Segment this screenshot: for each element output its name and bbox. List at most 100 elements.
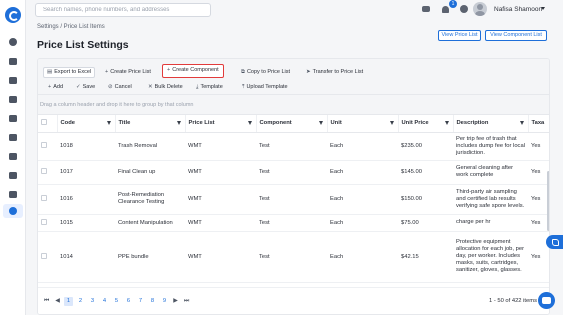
cell-code[interactable]: 1015 <box>57 214 115 232</box>
row-checkbox[interactable] <box>41 218 47 225</box>
column-header-description[interactable]: Description <box>453 115 529 133</box>
cell-price-list[interactable]: WMT <box>185 132 256 161</box>
cell-description[interactable]: charge per hr <box>453 214 528 232</box>
row-checkbox[interactable] <box>41 195 47 201</box>
cell-unit-price[interactable]: $75.00 <box>398 214 453 232</box>
table-row[interactable]: 1016 Post-Remediation Clearance Testing … <box>38 184 549 215</box>
cell-unit[interactable]: Each <box>327 132 398 161</box>
row-select-cell[interactable] <box>38 132 57 161</box>
filter-icon[interactable] <box>247 121 252 125</box>
truck-icon[interactable] <box>7 170 19 180</box>
avatar[interactable] <box>473 2 487 16</box>
calendar-icon[interactable] <box>7 75 19 85</box>
cell-code[interactable]: 1018 <box>57 132 115 161</box>
user-name[interactable]: Nafisa Shamoon <box>494 6 542 13</box>
filter-icon[interactable] <box>389 121 394 125</box>
clock-icon[interactable] <box>460 5 469 14</box>
filter-icon[interactable] <box>519 121 524 125</box>
vertical-scrollbar[interactable] <box>547 171 549 231</box>
filter-icon[interactable] <box>444 121 449 125</box>
dashboard-icon[interactable] <box>7 37 19 47</box>
cell-taxable[interactable]: Yes <box>528 132 549 161</box>
column-header-title[interactable]: Title <box>115 115 186 133</box>
cell-code[interactable]: 1017 <box>57 160 115 185</box>
cell-unit[interactable]: Each <box>327 160 398 185</box>
cell-component[interactable]: Test <box>256 214 327 232</box>
cell-title[interactable]: Content Manipulation <box>115 214 185 232</box>
folder-icon[interactable] <box>7 151 19 161</box>
create-component-button[interactable]: + Create Component <box>162 64 224 78</box>
cell-price-list[interactable]: WMT <box>185 184 256 215</box>
page-7[interactable]: 7 <box>136 297 145 306</box>
row-select-cell[interactable] <box>38 214 57 232</box>
cell-unit-price[interactable]: $150.00 <box>398 184 453 215</box>
cell-unit-price[interactable]: $235.00 <box>398 132 453 161</box>
phone-icon[interactable] <box>7 132 19 142</box>
cell-unit[interactable]: Each <box>327 184 398 215</box>
cell-component[interactable]: Test <box>256 184 327 215</box>
column-header-component[interactable]: Component <box>256 115 328 133</box>
cell-price-list[interactable]: WMT <box>185 160 256 185</box>
chat-fab-icon[interactable] <box>538 292 555 309</box>
map-icon[interactable] <box>7 94 19 104</box>
column-header-taxable[interactable]: Taxa <box>528 115 549 133</box>
column-header-unit[interactable]: Unit <box>327 115 399 133</box>
row-checkbox[interactable] <box>41 252 47 259</box>
page-4[interactable]: 4 <box>100 297 109 306</box>
row-select-cell[interactable] <box>38 160 57 185</box>
export-excel-button[interactable]: ▤ Export to Excel <box>43 67 96 78</box>
select-all-cell[interactable] <box>38 115 58 133</box>
column-header-unit-price[interactable]: Unit Price <box>398 115 454 133</box>
table-row[interactable]: 1015 Content Manipulation WMT Test Each … <box>38 214 549 232</box>
filter-icon[interactable] <box>176 121 181 125</box>
cell-unit-price[interactable]: $42.15 <box>398 231 453 283</box>
filter-icon[interactable] <box>106 121 111 125</box>
create-price-list-button[interactable]: + Create Price List <box>103 67 151 78</box>
phone-fab-icon[interactable] <box>546 235 563 249</box>
chat-icon[interactable] <box>422 5 431 14</box>
view-price-list-button[interactable]: View Price List <box>438 30 481 41</box>
first-page-button[interactable]: ⏮ <box>42 297 51 306</box>
cell-code[interactable]: 1014 <box>57 231 115 283</box>
bell-icon[interactable] <box>441 5 450 14</box>
row-select-cell[interactable] <box>38 184 57 215</box>
cell-description[interactable]: Per trip fee of trash that includes dump… <box>453 132 528 161</box>
view-component-list-button[interactable]: View Component List <box>485 30 547 41</box>
settings-icon[interactable] <box>3 204 23 218</box>
team-icon[interactable] <box>7 189 19 199</box>
page-6[interactable]: 6 <box>124 297 133 306</box>
row-checkbox[interactable] <box>41 142 47 148</box>
page-1[interactable]: 1 <box>64 297 73 306</box>
cell-price-list[interactable]: WMT <box>185 214 256 232</box>
next-page-button[interactable]: ▶ <box>171 297 180 306</box>
row-select-cell[interactable] <box>38 231 57 283</box>
cell-code[interactable]: 1016 <box>57 184 115 215</box>
row-checkbox[interactable] <box>41 168 47 174</box>
column-header-price-list[interactable]: Price List <box>185 115 257 133</box>
group-by-drop-zone[interactable]: Drag a column header and drop it here to… <box>38 95 549 115</box>
page-2[interactable]: 2 <box>76 297 85 306</box>
select-all-checkbox[interactable] <box>41 119 47 126</box>
template-button[interactable]: ⤓ Template <box>194 82 223 93</box>
page-9[interactable]: 9 <box>160 297 169 306</box>
cell-price-list[interactable]: WMT <box>185 231 256 283</box>
handshake-icon[interactable] <box>7 113 19 123</box>
cell-unit[interactable]: Each <box>327 214 398 232</box>
column-header-code[interactable]: Code <box>57 115 116 133</box>
cell-component[interactable]: Test <box>256 132 327 161</box>
table-row[interactable]: 1014 PPE bundle WMT Test Each $42.15 Pro… <box>38 231 549 283</box>
search-input[interactable] <box>36 4 210 16</box>
chevron-down-icon[interactable] <box>541 7 545 10</box>
cell-description[interactable]: General cleaning after work complete <box>453 160 528 185</box>
cell-unit[interactable]: Each <box>327 231 398 283</box>
search-bar[interactable] <box>35 3 211 17</box>
cell-title[interactable]: Post-Remediation Clearance Testing <box>115 184 185 215</box>
add-button[interactable]: + Add <box>46 82 63 93</box>
page-3[interactable]: 3 <box>88 297 97 306</box>
copy-to-price-list-button[interactable]: ⧉ Copy to Price List <box>239 67 290 78</box>
table-row[interactable]: 1018 Trash Removal WMT Test Each $235.00… <box>38 132 549 161</box>
upload-template-button[interactable]: ⤒ Upload Template <box>240 82 288 93</box>
save-button[interactable]: ✓ Save <box>74 82 95 93</box>
cell-description[interactable]: Third-party air sampling and certified l… <box>453 184 528 215</box>
cell-unit-price[interactable]: $145.00 <box>398 160 453 185</box>
